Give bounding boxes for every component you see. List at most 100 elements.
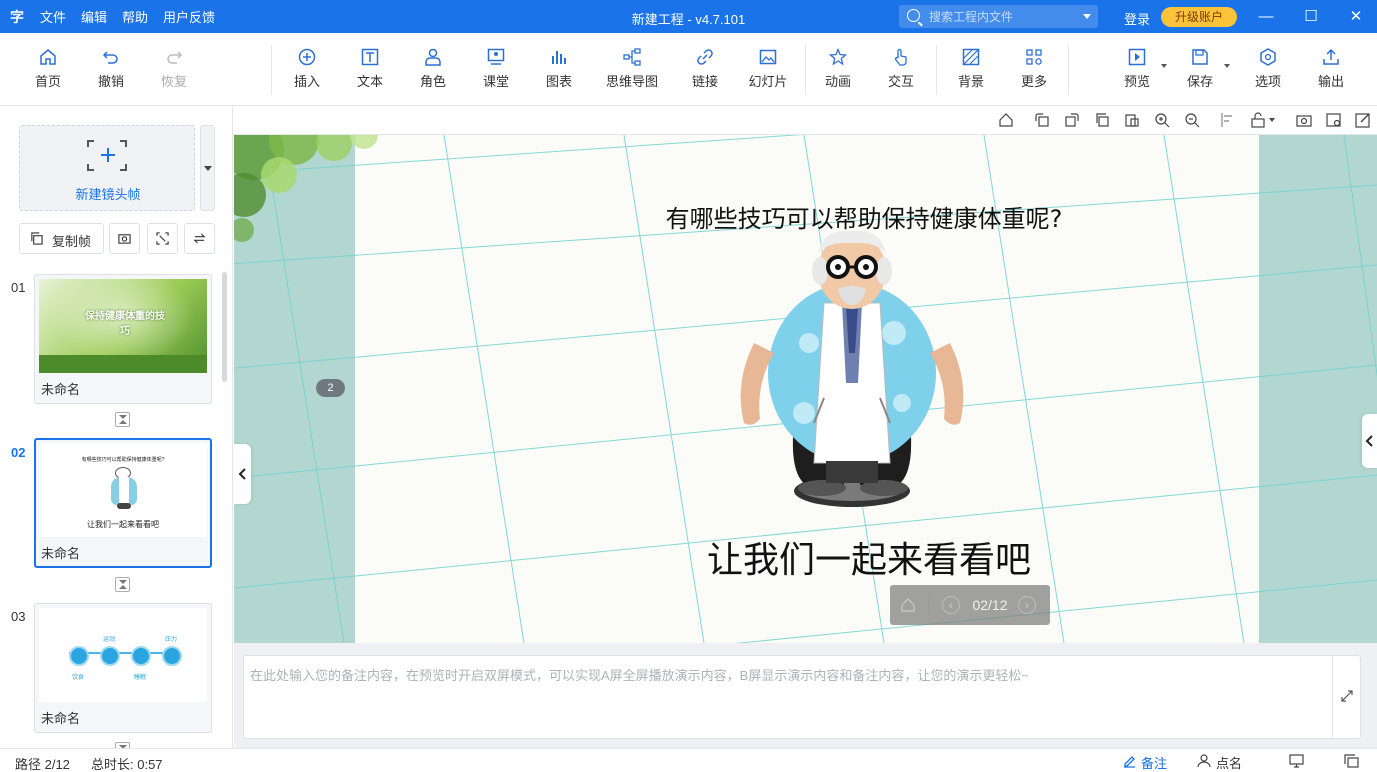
toolbar-divider [1068, 45, 1069, 95]
panel-scrollbar[interactable] [222, 272, 227, 382]
maximize-button[interactable]: ☐ [1291, 0, 1331, 33]
rollcall-icon [1197, 754, 1211, 768]
link-button[interactable]: 链接 [677, 48, 733, 90]
rotate-left-icon[interactable] [1034, 112, 1050, 128]
frame-corner-icon [120, 164, 127, 171]
duplicate-icon[interactable] [1094, 112, 1110, 128]
transition-icon[interactable] [115, 577, 130, 592]
zoom-in-icon[interactable] [1154, 112, 1170, 128]
home-button[interactable]: 首页 [20, 48, 76, 90]
slide-thumbnail-3[interactable]: 饮食 运动 睡眠 压力 未命名 [34, 603, 212, 733]
slide-label: 幻灯片 [748, 74, 788, 89]
gear-icon [1260, 48, 1276, 66]
chart-button[interactable]: 图表 [531, 48, 587, 90]
copy-frame-button[interactable]: 复制帧 [19, 223, 104, 254]
paste-icon[interactable] [1124, 112, 1140, 128]
menu-file[interactable]: 文件 [40, 7, 66, 26]
slide-number: 03 [11, 609, 26, 624]
rollcall-button[interactable]: 点名 [1216, 753, 1242, 772]
background-button[interactable]: 背景 [943, 48, 999, 90]
export-button[interactable]: 输出 [1303, 48, 1359, 90]
zoom-out-icon[interactable] [1184, 112, 1200, 128]
save-button[interactable]: 保存 [1172, 48, 1230, 90]
toolbar-divider [936, 45, 937, 95]
screenshot-button[interactable] [109, 223, 140, 254]
close-button[interactable]: ✕ [1336, 0, 1376, 33]
role-button[interactable]: 角色 [405, 48, 461, 90]
grid-icon [1026, 49, 1042, 65]
main-toolbar: 首页 撤销 恢复 插入 文本 角色 课堂 图表 思维导图 链接 幻灯片 动画 交… [0, 33, 1377, 106]
chevron-down-icon[interactable] [1083, 14, 1091, 19]
search-icon [907, 9, 920, 22]
upgrade-button[interactable]: 升级账户 [1161, 7, 1237, 27]
chevron-down-icon[interactable] [1224, 64, 1230, 68]
new-frame-button[interactable]: 新建镜头帧 [19, 125, 195, 211]
chevron-down-icon[interactable] [1161, 64, 1167, 68]
new-frame-dropdown[interactable] [200, 125, 215, 211]
notes-toggle-button[interactable]: 备注 [1141, 753, 1167, 772]
frame-number-badge[interactable]: 2 [316, 379, 345, 397]
animation-label: 动画 [824, 74, 851, 89]
redo-button[interactable]: 恢复 [146, 48, 202, 90]
thumb-question: 有哪些技巧可以帮助保持健康体重呢? [81, 457, 165, 463]
notes-input[interactable] [244, 656, 1332, 738]
interaction-button[interactable]: 交互 [873, 48, 929, 90]
text-button[interactable]: 文本 [342, 48, 398, 90]
expand-notes-button[interactable] [1332, 656, 1360, 738]
expand-right-panel-button[interactable] [1362, 414, 1377, 468]
home-icon[interactable] [900, 597, 916, 613]
title-bar: 字 文件 编辑 帮助 用户反馈 新建工程 - v4.7.101 登录 升级账户 … [0, 0, 1377, 33]
classroom-button[interactable]: 课堂 [468, 48, 524, 90]
animation-button[interactable]: 动画 [810, 48, 866, 90]
menu-edit[interactable]: 编辑 [81, 7, 107, 26]
chevron-right-icon[interactable]: › [1018, 596, 1036, 614]
collapse-left-panel-button[interactable] [234, 444, 251, 504]
slide-thumbnail-2[interactable]: 有哪些技巧可以帮助保持健康体重呢? 让我们一起来看看吧 未命名 [34, 438, 212, 568]
project-search[interactable] [899, 5, 1098, 28]
camera-icon[interactable] [1296, 112, 1312, 128]
camera-icon [118, 234, 131, 244]
rotate-right-icon[interactable] [1064, 112, 1080, 128]
options-button[interactable]: 选项 [1240, 48, 1296, 90]
hand-pointer-icon [894, 48, 907, 66]
lock-icon[interactable] [1250, 112, 1266, 128]
slide-number: 02 [11, 445, 26, 460]
image-icon [759, 49, 777, 65]
fit-frame-button[interactable] [147, 223, 178, 254]
more-button[interactable]: 更多 [1006, 48, 1062, 90]
search-input[interactable] [929, 8, 1079, 25]
screen-icon[interactable] [1289, 754, 1304, 768]
slide-subtitle-text[interactable]: 让我们一起来看看吧 [674, 531, 1064, 583]
slide-thumbnail-1[interactable]: 保持健康体重的技巧 未命名 [34, 274, 212, 404]
play-icon [1128, 48, 1146, 66]
thumb-label: 压力 [165, 637, 178, 643]
undo-button[interactable]: 撤销 [83, 48, 139, 90]
slide-preview: 保持健康体重的技巧 [39, 279, 207, 373]
login-link[interactable]: 登录 [1124, 9, 1150, 28]
preview-button[interactable]: 预览 [1109, 48, 1167, 90]
preview-label: 预览 [1123, 74, 1150, 89]
transition-icon[interactable] [115, 412, 130, 427]
edit-icon[interactable] [1355, 112, 1371, 128]
frame-corner-icon [120, 140, 127, 147]
minimize-button[interactable]: — [1246, 0, 1286, 33]
switch-button[interactable] [184, 223, 215, 254]
settings-frame-icon[interactable] [1326, 112, 1342, 128]
thumb-label: 运动 [103, 637, 116, 643]
chevron-down-icon[interactable] [1268, 112, 1276, 128]
align-icon[interactable] [1220, 112, 1236, 128]
status-bar: 路径 2/12 总时长: 0:57 备注 点名 [0, 748, 1377, 772]
home-view-icon[interactable] [998, 112, 1014, 128]
classroom-label: 课堂 [482, 74, 509, 89]
fullscreen-icon[interactable] [1344, 754, 1359, 768]
bar-chart-icon [552, 51, 566, 64]
frame-corner-icon [87, 164, 94, 171]
insert-button[interactable]: 插入 [279, 48, 335, 90]
slide-button[interactable]: 幻灯片 [740, 48, 796, 90]
menu-help[interactable]: 帮助 [122, 7, 148, 26]
doctor-character[interactable] [734, 223, 974, 513]
menu-feedback[interactable]: 用户反馈 [163, 7, 215, 26]
chevron-left-icon[interactable]: ‹ [942, 596, 960, 614]
mindmap-button[interactable]: 思维导图 [604, 48, 660, 90]
frame-panel: 新建镜头帧 复制帧 01 保持健康体重的技巧 未命名 02 有哪些技巧可以帮助保… [0, 106, 233, 748]
